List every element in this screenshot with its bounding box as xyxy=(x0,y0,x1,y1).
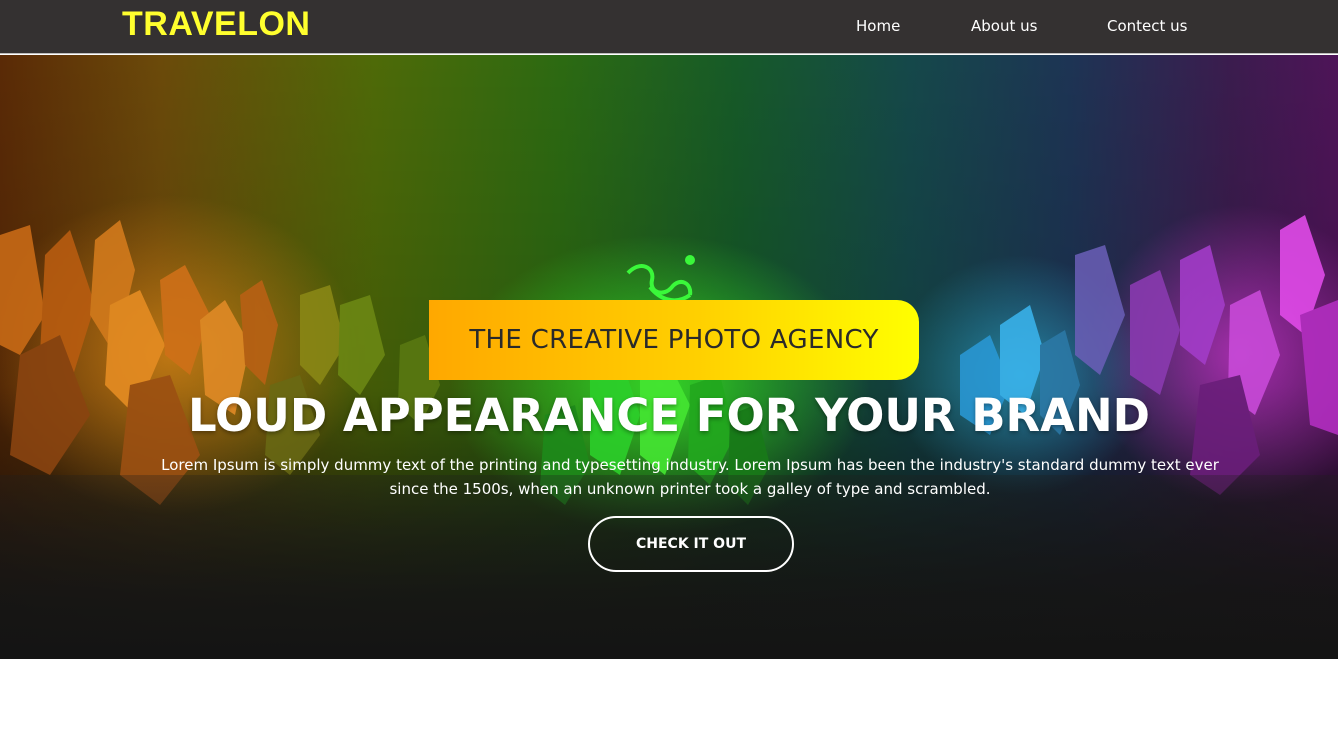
nav-about-link[interactable]: About us xyxy=(971,17,1037,35)
nav-contact-link[interactable]: Contect us xyxy=(1107,17,1188,35)
nav-home-link[interactable]: Home xyxy=(856,17,900,35)
navbar: TRAVELON Home About us Contect us xyxy=(0,0,1338,54)
hero-headline: LOUD APPEARANCE FOR YOUR BRAND xyxy=(187,389,1150,442)
tagline-banner: THE CREATIVE PHOTO AGENCY xyxy=(429,300,919,380)
tagline-text: THE CREATIVE PHOTO AGENCY xyxy=(469,325,879,355)
hero-description: Lorem Ipsum is simply dummy text of the … xyxy=(161,456,1219,498)
hero-section: THE CREATIVE PHOTO AGENCY LOUD APPEARANC… xyxy=(0,55,1338,659)
nav-menu: Home About us Contect us xyxy=(0,17,1338,37)
page-body-blank xyxy=(0,659,1338,753)
check-it-out-button[interactable]: CHECK IT OUT xyxy=(588,516,794,572)
